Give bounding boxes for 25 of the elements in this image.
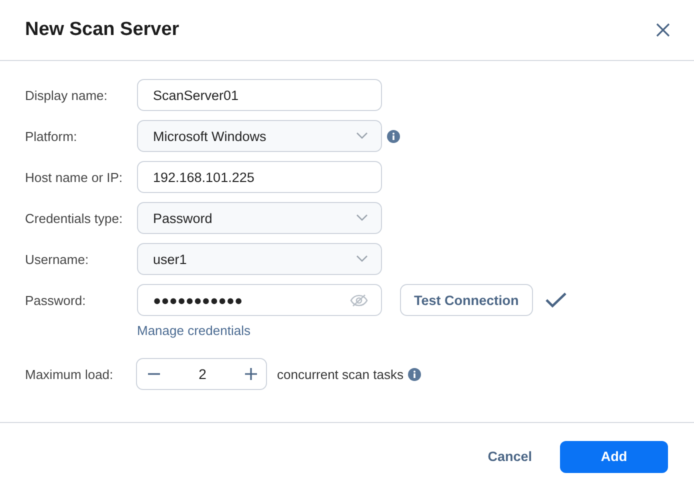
test-connection-button[interactable]: Test Connection xyxy=(400,284,533,316)
manage-credentials-link[interactable]: Manage credentials xyxy=(137,323,250,338)
field-label: Platform: xyxy=(25,128,78,144)
dropdown[interactable]: user1 xyxy=(137,243,382,275)
text-field[interactable]: ScanServer01 xyxy=(137,79,382,111)
field-label: Password: xyxy=(25,292,87,308)
chevron-down-icon xyxy=(356,132,368,140)
add-button[interactable]: Add xyxy=(560,440,668,472)
dropdown[interactable]: Password xyxy=(137,202,382,234)
field-label: Credentials type: xyxy=(25,210,124,226)
field-label: Username: xyxy=(25,252,90,266)
password-field[interactable]: ●●●●●●●●●●● xyxy=(137,284,382,316)
units-label: concurrent scan tasks xyxy=(277,366,404,382)
chevron-down-icon xyxy=(356,255,368,263)
cancel-button[interactable]: Cancel xyxy=(474,440,546,472)
close-icon[interactable] xyxy=(656,23,670,37)
dialog-title: New Scan Server xyxy=(25,19,180,41)
field-label: Maximum load: xyxy=(25,366,114,382)
plus-icon[interactable] xyxy=(244,367,258,381)
chevron-down-icon xyxy=(356,214,368,222)
dropdown[interactable]: Microsoft Windows xyxy=(137,120,382,152)
text-field[interactable]: 192.168.101.225 xyxy=(137,161,382,193)
number-stepper[interactable]: 2 xyxy=(136,358,267,390)
field-label: Host name or IP: xyxy=(25,170,124,184)
field-label: Display name: xyxy=(25,88,108,102)
